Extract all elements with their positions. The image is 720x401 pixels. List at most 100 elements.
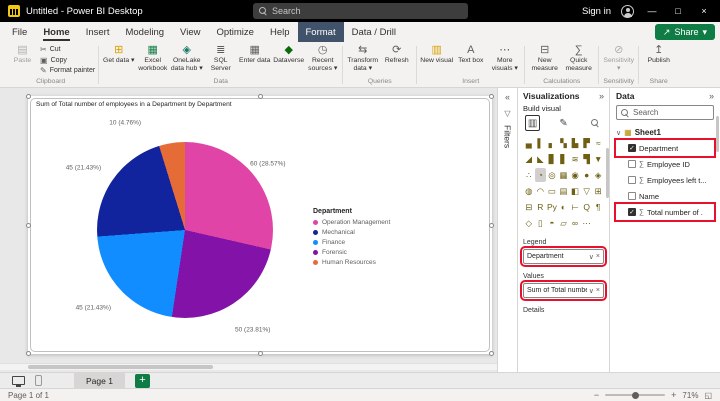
report-canvas[interactable]: Sum of Total number of employees in a De… (0, 88, 497, 372)
treemap-icon[interactable]: ▦ (558, 168, 570, 182)
shape-map-icon[interactable]: ◈ (592, 168, 604, 182)
sql-server-button[interactable]: ≣ SQL Server (204, 43, 237, 77)
sign-in-button[interactable]: Sign in (582, 6, 611, 17)
ribbon-chart-icon[interactable]: ≋ (569, 152, 581, 166)
slicer-icon[interactable]: ▽ (581, 184, 593, 198)
text-box-button[interactable]: A Text box (454, 43, 487, 77)
key-influencers-icon[interactable]: ◐ (558, 200, 570, 214)
search-input[interactable] (272, 6, 462, 16)
transform-data-button[interactable]: ⇆ Transform data ▾ (346, 43, 379, 77)
waterfall-chart-icon[interactable]: ▜ (581, 152, 593, 166)
legend-item[interactable]: Forensic (313, 247, 390, 257)
filters-pane-collapsed[interactable]: « ▽ Filters (497, 88, 517, 372)
chevron-down-icon[interactable]: ∨ (589, 253, 594, 261)
global-search[interactable] (253, 3, 468, 19)
minimize-button[interactable]: — (644, 6, 660, 16)
map-icon[interactable]: ◉ (569, 168, 581, 182)
new-page-button[interactable]: + (134, 373, 150, 388)
tab-data-drill[interactable]: Data / Drill (344, 22, 404, 42)
decomposition-tree-icon[interactable]: ⊢ (569, 200, 581, 214)
checkbox[interactable]: ✓ (628, 208, 636, 216)
card-icon[interactable]: ▭ (546, 184, 558, 198)
recent-sources-button[interactable]: ◷ Recent sources ▾ (306, 43, 339, 77)
line-chart-icon[interactable]: ≈ (592, 136, 604, 150)
zoom-out-button[interactable]: − (594, 390, 599, 400)
expand-filters-icon[interactable]: « (505, 92, 510, 102)
new-visual-button[interactable]: ▥ New visual (420, 43, 453, 77)
refresh-button[interactable]: ⟳ Refresh (380, 43, 413, 77)
horizontal-scrollbar[interactable] (0, 363, 497, 370)
pie-chart-icon[interactable]: ◔ (534, 168, 547, 182)
onelake-data-hub-button[interactable]: ◈ OneLake data hub ▾ (170, 43, 203, 77)
azure-map-icon[interactable]: ◍ (523, 184, 535, 198)
field-employees-left-t[interactable]: ∑ Employees left t... (616, 172, 714, 188)
cut-button[interactable]: ✂ Cut (40, 45, 95, 54)
area-chart-icon[interactable]: ◢ (523, 152, 535, 166)
zoom-level[interactable]: 71% (682, 391, 698, 400)
resize-handle[interactable] (26, 351, 31, 356)
clustered-bar-chart-icon[interactable]: ▖ (546, 136, 558, 150)
excel-workbook-button[interactable]: ▦ Excel workbook (136, 43, 169, 77)
collapse-data-icon[interactable]: » (709, 91, 714, 101)
legend-field-well[interactable]: Department ∨ × (520, 246, 607, 267)
more-visuals-button[interactable]: ⋯ More visuals ▾ (488, 43, 521, 77)
tab-help[interactable]: Help (262, 22, 298, 42)
matrix-icon[interactable]: ⊟ (523, 200, 535, 214)
remove-field-icon[interactable]: × (596, 287, 600, 294)
data-search-input[interactable] (633, 108, 709, 117)
gauge-icon[interactable]: ◠ (535, 184, 547, 198)
desktop-layout-icon[interactable] (12, 376, 25, 387)
dataverse-button[interactable]: ◆ Dataverse (272, 43, 305, 77)
line-and-clustered-column-chart-icon[interactable]: ▋ (558, 152, 570, 166)
expand-table-icon[interactable]: ∨ (616, 129, 621, 137)
line-and-stacked-column-chart-icon[interactable]: ▊ (546, 152, 558, 166)
resize-handle[interactable] (489, 351, 494, 356)
clustered-column-chart-icon[interactable]: ▚ (558, 136, 570, 150)
collapse-visualizations-icon[interactable]: » (599, 91, 604, 101)
tab-home[interactable]: Home (35, 22, 77, 42)
tab-optimize[interactable]: Optimize (208, 22, 261, 42)
arcgis-map-icon[interactable]: ◓ (546, 216, 558, 230)
account-icon[interactable] (621, 4, 634, 18)
analytics-tab[interactable] (587, 115, 602, 131)
data-search[interactable] (616, 105, 714, 120)
paste-button[interactable]: ▤ Paste (6, 43, 39, 77)
resize-handle[interactable] (258, 94, 263, 99)
resize-handle[interactable] (258, 351, 263, 356)
checkbox[interactable]: ✓ (628, 144, 636, 152)
zoom-slider[interactable] (605, 391, 666, 399)
page-tab[interactable]: Page 1 (74, 372, 125, 389)
tab-format[interactable]: Format (297, 22, 344, 42)
values-field-well[interactable]: Sum of Total number ... ∨ × (520, 280, 607, 301)
checkbox[interactable] (628, 192, 636, 200)
publish-button[interactable]: ↥ Publish (642, 43, 675, 77)
field-department[interactable]: ✓ Department (614, 138, 716, 158)
sensitivity-button[interactable]: ⊘ Sensitivity ▾ (602, 43, 635, 77)
field-employee-id[interactable]: ∑ Employee ID (616, 156, 714, 172)
resize-handle[interactable] (489, 223, 494, 228)
report-page[interactable]: Sum of Total number of employees in a De… (26, 94, 494, 356)
resize-handle[interactable] (489, 94, 494, 99)
power-apps-icon[interactable]: ▱ (558, 216, 570, 230)
build-visual-tab[interactable]: ▥ (525, 115, 541, 131)
zoom-in-button[interactable]: + (671, 390, 676, 400)
kpi-icon[interactable]: ◧ (569, 184, 581, 198)
resize-handle[interactable] (26, 94, 31, 99)
format-visual-tab[interactable]: ✎ (556, 115, 571, 131)
paginated-report-icon[interactable]: ▯ (535, 216, 547, 230)
get-more-visuals-icon[interactable]: ⋯ (581, 216, 593, 230)
table-row-sheet1[interactable]: ∨ ▦ Sheet1 (616, 125, 714, 140)
power-automate-icon[interactable]: ∞ (569, 216, 581, 230)
new-measure-button[interactable]: ⊟ New measure (528, 43, 561, 77)
filled-map-icon[interactable]: ● (581, 168, 593, 182)
chevron-down-icon[interactable]: ∨ (589, 287, 594, 295)
scrollbar-thumb[interactable] (28, 365, 213, 369)
table-icon[interactable]: ⊞ (592, 184, 604, 198)
fit-to-page-icon[interactable]: ◱ (704, 391, 712, 400)
stacked-area-chart-icon[interactable]: ◣ (535, 152, 547, 166)
enter-data-button[interactable]: ▦ Enter data (238, 43, 271, 77)
legend-item[interactable]: Mechanical (313, 227, 390, 237)
panel-scrollbar[interactable] (716, 116, 719, 152)
stacked-column-chart-icon[interactable]: ▌ (535, 136, 547, 150)
tab-view[interactable]: View (172, 22, 208, 42)
